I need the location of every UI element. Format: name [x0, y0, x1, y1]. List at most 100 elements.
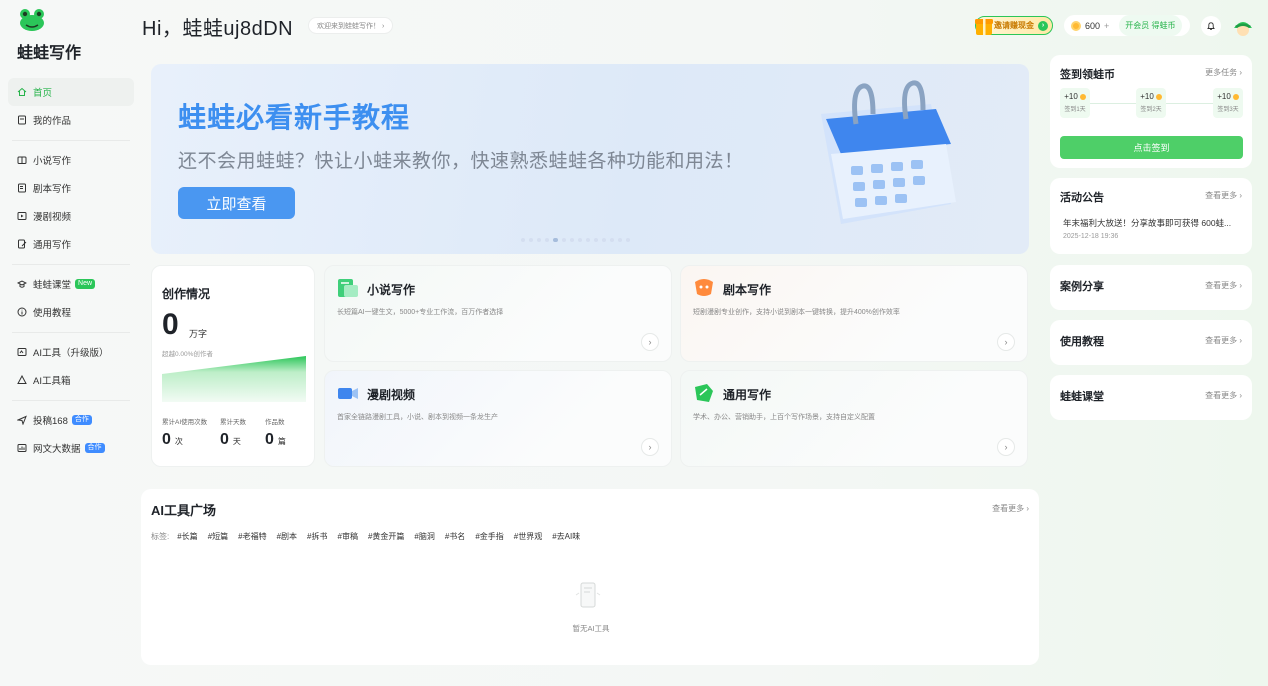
sidebar-item-bigdata[interactable]: 网文大数据 合作 [8, 434, 134, 462]
chevron-right-icon[interactable]: › [641, 438, 659, 456]
tag[interactable]: #黄金开篇 [368, 531, 404, 542]
stat-label: 累计天数 [220, 419, 246, 426]
sidebar-item-classroom[interactable]: 蛙蛙课堂 New [8, 270, 134, 298]
partner-badge: 合作 [84, 443, 105, 453]
notification-button[interactable] [1201, 16, 1221, 36]
stat-unit: 篇 [277, 437, 286, 446]
tag[interactable]: #审稿 [338, 531, 358, 542]
stats-title: 创作情况 [162, 287, 211, 301]
novel-writing-card[interactable]: 小说写作 长短篇AI一键生文，5000+专业工作流，百万作者选择 › [324, 265, 672, 362]
bell-icon [1207, 22, 1215, 30]
send-icon [17, 415, 27, 425]
tutorial-banner[interactable]: 蛙蛙必看新手教程 还不会用蛙蛙？快让小蛙来教你，快速熟悉蛙蛙各种功能和用法！ 立… [151, 64, 1029, 254]
coin-icon [1079, 93, 1086, 100]
carousel-dots[interactable] [521, 238, 630, 242]
divider [12, 140, 130, 141]
stat-ai-uses: 累计AI使用次数 0次 [162, 416, 207, 449]
coin-icon [1155, 93, 1162, 100]
view-now-button[interactable]: 立即查看 [178, 187, 295, 219]
add-coins-button[interactable]: + [1104, 21, 1109, 31]
comic-video-card[interactable]: 漫剧视频 首家全链路漫剧工具，小说、剧本到视频一条龙生产 › [324, 370, 672, 467]
sidebar-item-video[interactable]: 漫剧视频 [8, 202, 134, 230]
cases-more-link[interactable]: 查看更多 › [1205, 280, 1242, 291]
ai-tools-title: AI工具广场 [151, 503, 217, 518]
chevron-right-icon[interactable]: › [997, 333, 1015, 351]
video-card-icon [338, 388, 358, 399]
avatar[interactable] [1231, 14, 1255, 38]
card-title: 漫剧视频 [367, 388, 416, 402]
general-card-icon [695, 384, 713, 402]
coin-balance[interactable]: 600 + 开会员 得蛙币 [1064, 15, 1190, 36]
day-reward: +10 [1140, 92, 1154, 101]
sidebar-item-tutorial[interactable]: 使用教程 [8, 298, 134, 326]
sidebar-nav: 首页 我的作品 小说写作 剧本写作 漫剧视频 通用写作 蛙蛙课堂 New 使用教… [8, 78, 134, 462]
ai-tool-icon [17, 347, 27, 357]
banner-subtitle: 还不会用蛙蛙？快让小蛙来教你，快速熟悉蛙蛙各种功能和用法！ [178, 151, 744, 172]
chevron-right-icon[interactable]: › [997, 438, 1015, 456]
sidebar-item-label: 我的作品 [33, 116, 72, 127]
script-writing-card[interactable]: 剧本写作 短剧漫剧专业创作，支持小说到剧本一键转换，提升400%创作效率 › [680, 265, 1028, 362]
chevron-right-icon[interactable]: › [641, 333, 659, 351]
tag[interactable]: #脑洞 [414, 531, 434, 542]
card-desc: 学术、办公、营销助手，上百个写作场景，支持自定义配置 [693, 414, 875, 421]
card-title: 剧本写作 [723, 283, 772, 297]
more-tasks-link[interactable]: 更多任务 › [1205, 67, 1242, 78]
checkin-days: +10 签到1天 +10 签到2天 +10 签到3天 [1060, 88, 1243, 118]
checkin-button[interactable]: 点击签到 [1060, 136, 1243, 159]
tag[interactable]: #去AI味 [552, 531, 580, 542]
notice-more-link[interactable]: 查看更多 › [1205, 190, 1242, 201]
tag[interactable]: #世界观 [514, 531, 542, 542]
general-writing-card[interactable]: 通用写作 学术、办公、营销助手，上百个写作场景，支持自定义配置 › [680, 370, 1028, 467]
tutorials-more-link[interactable]: 查看更多 › [1205, 335, 1242, 346]
sidebar-item-label: 使用教程 [33, 308, 72, 319]
stat-days: 累计天数 0天 [220, 416, 246, 449]
invite-cash-button[interactable]: 邀请赚现金 › [975, 16, 1053, 35]
stat-value: 0 [220, 431, 229, 448]
coin-count: 600 [1085, 20, 1101, 31]
sidebar-item-home[interactable]: 首页 [8, 78, 134, 106]
book-icon [17, 155, 27, 165]
notice-date: 2025-12-18 19:36 [1063, 233, 1119, 240]
ai-tools-more-link[interactable]: 查看更多 › [992, 503, 1029, 514]
tag[interactable]: #金手指 [475, 531, 503, 542]
tag[interactable]: #短篇 [208, 531, 228, 542]
welcome-pill[interactable]: 欢迎来到蛙蛙写作！ › [308, 17, 394, 34]
classroom-more-link[interactable]: 查看更多 › [1205, 390, 1242, 401]
sidebar-item-script[interactable]: 剧本写作 [8, 174, 134, 202]
vip-button[interactable]: 开会员 得蛙币 [1119, 15, 1182, 36]
calendar-illustration-icon [821, 80, 956, 224]
cases-card: 案例分享 查看更多 › [1050, 265, 1252, 310]
tag[interactable]: #书名 [445, 531, 465, 542]
sidebar-item-general[interactable]: 通用写作 [8, 230, 134, 258]
stat-label: 作品数 [265, 419, 285, 426]
invite-label: 邀请赚现金 [994, 21, 1034, 30]
sidebar-item-my-works[interactable]: 我的作品 [8, 106, 134, 134]
stat-value: 0 [162, 431, 171, 448]
checkin-day: +10 签到2天 [1136, 88, 1166, 118]
stat-works: 作品数 0篇 [265, 416, 286, 449]
works-icon [17, 115, 27, 125]
notice-item[interactable]: 年末福利大放送！分享故事即可获得 600蛙... [1063, 217, 1243, 229]
empty-box-icon [575, 582, 601, 608]
day-label: 签到1天 [1064, 107, 1086, 113]
sidebar-item-submit[interactable]: 投稿168 合作 [8, 406, 134, 434]
tag[interactable]: #拆书 [307, 531, 327, 542]
tag[interactable]: #老福特 [238, 531, 266, 542]
sidebar-item-label: 通用写作 [33, 240, 72, 251]
frog-logo-icon[interactable] [18, 8, 46, 32]
empty-state-text: 暂无AI工具 [572, 624, 610, 633]
day-reward: +10 [1217, 92, 1231, 101]
sidebar-item-label: 蛙蛙课堂 [33, 280, 72, 291]
stat-label: 累计AI使用次数 [162, 419, 208, 426]
divider [12, 400, 130, 401]
sidebar-item-ai-tools-upgraded[interactable]: AI工具（升级版） [8, 338, 134, 366]
tag[interactable]: #长篇 [177, 531, 197, 542]
new-badge: New [75, 279, 96, 289]
total-words: 0 [162, 308, 179, 341]
classroom-card: 蛙蛙课堂 查看更多 › [1050, 375, 1252, 420]
divider [1166, 103, 1213, 104]
sidebar-item-novel[interactable]: 小说写作 [8, 146, 134, 174]
sidebar-item-ai-toolbox[interactable]: AI工具箱 [8, 366, 134, 394]
stat-unit: 次 [174, 437, 183, 446]
tag[interactable]: #剧本 [277, 531, 297, 542]
